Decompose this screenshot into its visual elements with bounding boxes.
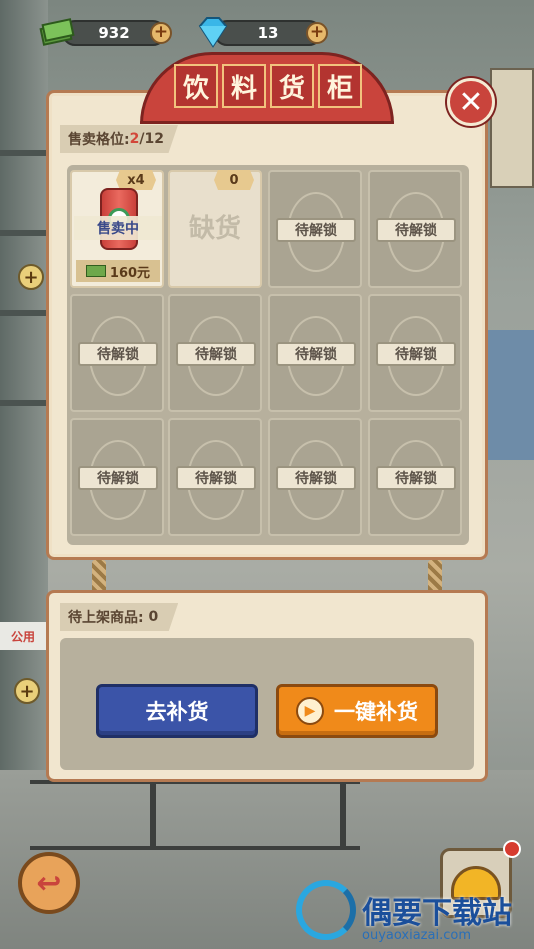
- notification-dot: [503, 840, 521, 858]
- locked-label: 待解锁: [276, 218, 356, 242]
- stock-qty-tag: 0: [214, 170, 254, 190]
- cabinet-slot-locked[interactable]: 待解锁: [268, 418, 362, 536]
- play-icon: ▶: [296, 697, 324, 725]
- locked-label: 待解锁: [78, 466, 158, 490]
- stock-qty-tag: x4: [116, 170, 156, 190]
- close-button[interactable]: ✕: [447, 78, 495, 126]
- shelf-board: [0, 400, 48, 406]
- restock-button[interactable]: 去补货: [96, 684, 258, 738]
- side-plus-icon[interactable]: +: [18, 264, 44, 290]
- diamond-amount: 13: [257, 24, 279, 42]
- title-banner: 饮 料 货 柜: [140, 52, 394, 124]
- back-arrow-icon: ↩: [36, 865, 62, 901]
- cabinet-slot-locked[interactable]: 待解锁: [268, 170, 362, 288]
- pending-label-text: 待上架商品:: [68, 610, 144, 626]
- railing-post: [150, 780, 156, 850]
- shelf-board: [0, 150, 48, 156]
- locked-label: 待解锁: [376, 218, 456, 242]
- slot-total: /12: [139, 131, 164, 147]
- crate-stack: [488, 330, 534, 460]
- shelf-board: [0, 230, 48, 236]
- locked-label: 待解锁: [376, 466, 456, 490]
- phone-sign: 公用: [0, 622, 46, 650]
- diamond-icon: [198, 17, 228, 48]
- shelf-board: [0, 310, 48, 316]
- restock-label: 去补货: [145, 700, 209, 724]
- add-diamond-button[interactable]: +: [306, 22, 328, 44]
- wall-poster: [490, 68, 534, 188]
- railing-post: [340, 780, 346, 850]
- one-key-restock-label: 一键补货: [334, 700, 418, 724]
- railing: [30, 780, 360, 850]
- cabinet-slot-locked[interactable]: 待解锁: [268, 294, 362, 412]
- slot-count-label: 售卖格位: 2 /12: [60, 125, 178, 153]
- title-char: 饮: [174, 64, 218, 108]
- slot-used: 2: [129, 131, 140, 147]
- page-title: 饮 料 货 柜: [168, 64, 368, 114]
- watermark-url: ouyaoxiazai.com: [362, 928, 471, 943]
- title-char: 柜: [318, 64, 362, 108]
- out-of-stock-text: 缺货: [188, 214, 241, 244]
- cabinet-slot-locked[interactable]: 待解锁: [70, 418, 164, 536]
- cabinet-slot-locked[interactable]: 待解锁: [368, 294, 462, 412]
- on-sale-badge: 售卖中: [74, 216, 162, 240]
- cabinet-slot-locked[interactable]: 待解锁: [368, 418, 462, 536]
- title-char: 货: [270, 64, 314, 108]
- cash-amount: 932: [98, 24, 130, 42]
- price-tag: 160元: [76, 260, 160, 282]
- title-char: 料: [222, 64, 266, 108]
- add-cash-button[interactable]: +: [150, 22, 172, 44]
- pending-count: 0: [148, 609, 159, 625]
- side-plus-icon[interactable]: +: [14, 678, 40, 704]
- locked-label: 待解锁: [176, 466, 256, 490]
- cabinet-slot-locked[interactable]: 待解锁: [70, 294, 164, 412]
- locked-label: 待解锁: [176, 342, 256, 366]
- watermark-text: 偶要下载站: [362, 896, 512, 931]
- cabinet-slot-empty[interactable]: 0 缺货: [168, 170, 262, 288]
- cash-icon: [39, 18, 75, 46]
- cash-icon: [85, 265, 106, 277]
- slot-count-text: 售卖格位:: [68, 132, 130, 148]
- cabinet-slot-sold[interactable]: x4 售卖中 160元: [70, 170, 164, 288]
- cabinet-slot-locked[interactable]: 待解锁: [168, 418, 262, 536]
- one-key-restock-button[interactable]: ▶ 一键补货: [276, 684, 438, 738]
- close-icon: ✕: [458, 84, 484, 120]
- pending-goods-label: 待上架商品: 0: [60, 603, 179, 631]
- cabinet-slot-locked[interactable]: 待解锁: [168, 294, 262, 412]
- locked-label: 待解锁: [376, 342, 456, 366]
- locked-label: 待解锁: [78, 342, 158, 366]
- back-button[interactable]: ↩: [18, 852, 80, 914]
- cabinet-slot-locked[interactable]: 待解锁: [368, 170, 462, 288]
- locked-label: 待解锁: [276, 466, 356, 490]
- price-value: 160元: [109, 265, 151, 281]
- watermark-logo-icon: [296, 880, 356, 940]
- locked-label: 待解锁: [276, 342, 356, 366]
